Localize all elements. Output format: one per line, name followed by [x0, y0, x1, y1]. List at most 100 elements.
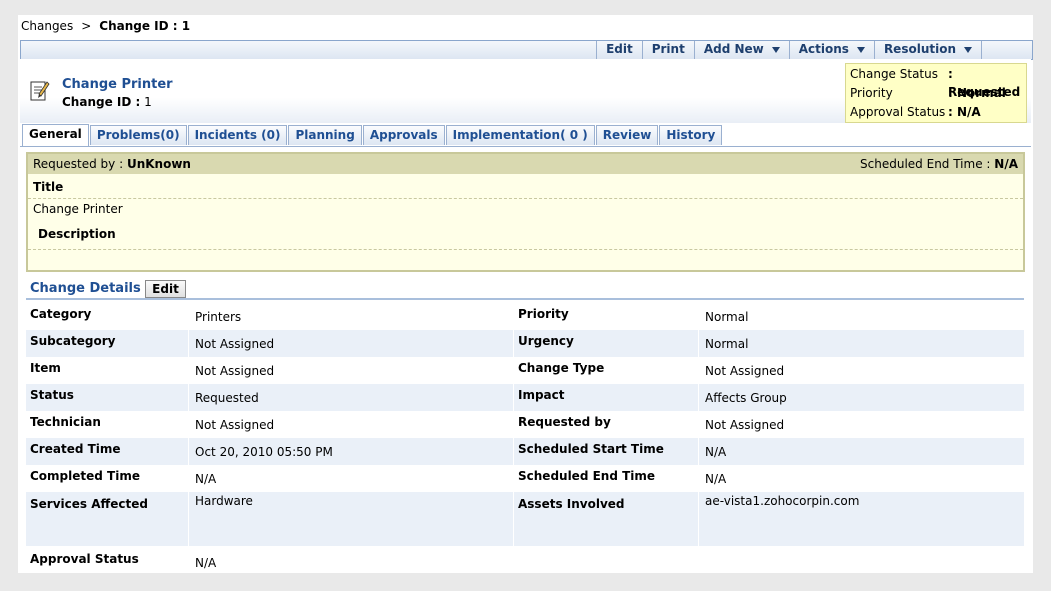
edit-button[interactable]: Edit: [596, 41, 642, 59]
tab-approvals[interactable]: Approvals: [362, 125, 445, 145]
field-value: Printers: [188, 303, 512, 330]
field-label: Completed Time: [30, 469, 140, 483]
requested-by: Requested by : UnKnown: [33, 154, 191, 174]
caret-down-icon: [856, 46, 865, 53]
resolution-menu[interactable]: Resolution: [873, 41, 982, 59]
tab-bar: General Problems(0) Incidents (0) Planni…: [22, 124, 723, 146]
field-value: N/A: [698, 438, 1024, 465]
breadcrumb: Changes > Change ID : 1: [21, 19, 190, 33]
change-details-heading: Change Details: [30, 281, 141, 296]
approval-status-value: : N/A: [948, 105, 981, 119]
request-panel-bar: Requested by : UnKnown Scheduled End Tim…: [28, 154, 1023, 174]
field-label: Item: [30, 361, 61, 375]
field-label: Status: [30, 388, 74, 402]
field-value: Oct 20, 2010 05:50 PM: [188, 438, 512, 465]
change-status-label: Change Status: [850, 67, 938, 81]
field-value: Affects Group: [698, 384, 1024, 411]
detail-row: Created Time Oct 20, 2010 05:50 PM Sched…: [26, 438, 1024, 465]
field-value: Not Assigned: [188, 330, 512, 357]
detail-row: Status Requested Impact Affects Group: [26, 384, 1024, 411]
field-label: Services Affected: [30, 497, 148, 511]
approval-status-row: Approval Status: N/A: [850, 103, 1026, 121]
change-id: Change ID : 1: [62, 95, 152, 109]
add-new-label: Add New: [703, 42, 764, 56]
field-value: Not Assigned: [698, 357, 1024, 384]
field-label: Change Type: [513, 357, 697, 384]
breadcrumb-changes-link[interactable]: Changes: [21, 19, 73, 33]
tab-incidents[interactable]: Incidents (0): [187, 125, 288, 145]
field-label: Technician: [30, 415, 101, 429]
field-label: Created Time: [30, 442, 121, 456]
title-value: Change Printer: [33, 202, 123, 216]
tab-implementation[interactable]: Implementation( 0 ): [445, 125, 595, 145]
detail-row: Services Affected Hardware Assets Involv…: [26, 492, 1024, 546]
tab-general[interactable]: General: [22, 124, 89, 146]
field-label: Priority: [513, 303, 697, 330]
change-details-grid: Category Printers Priority Normal Subcat…: [26, 303, 1024, 573]
action-toolbar: Edit Print Add New Actions Resolution: [20, 40, 1033, 60]
description-label: Description: [38, 227, 116, 241]
field-value: N/A: [698, 465, 1024, 492]
tab-history[interactable]: History: [659, 125, 723, 145]
change-view-page: Changes > Change ID : 1 Edit Print Add New…: [18, 15, 1033, 573]
status-summary-box: Change Status: Requested Priority: Norma…: [845, 63, 1027, 123]
detail-row: Approval Status N/A: [26, 546, 1024, 573]
edit-document-icon: [30, 81, 50, 101]
requested-by-label: Requested by :: [33, 157, 124, 171]
field-label: Scheduled Start Time: [513, 438, 697, 465]
detail-row: Subcategory Not Assigned Urgency Normal: [26, 330, 1024, 357]
field-label: Impact: [513, 384, 697, 411]
add-new-menu[interactable]: Add New: [693, 41, 789, 59]
field-value: N/A: [188, 546, 512, 573]
divider: [28, 198, 1023, 199]
resolution-label: Resolution: [883, 42, 956, 56]
field-label: Scheduled End Time: [513, 465, 697, 492]
print-button[interactable]: Print: [641, 41, 694, 59]
divider: [28, 249, 1023, 250]
field-value: Normal: [698, 303, 1024, 330]
breadcrumb-separator: >: [81, 19, 92, 33]
field-label: Urgency: [513, 330, 697, 357]
detail-row: Item Not Assigned Change Type Not Assign…: [26, 357, 1024, 384]
field-value: ae-vista1.zohocorpin.com: [698, 492, 1024, 546]
scheduled-end-label: Scheduled End Time :: [860, 157, 991, 171]
field-value: Not Assigned: [188, 411, 512, 438]
change-details-edit-button[interactable]: Edit: [145, 280, 186, 298]
scheduled-end: Scheduled End Time : N/A: [860, 154, 1018, 174]
field-label: Assets Involved: [513, 492, 697, 546]
tab-problems[interactable]: Problems(0): [89, 125, 187, 145]
approval-status-label: Approval Status: [850, 105, 946, 119]
field-value: Not Assigned: [698, 411, 1024, 438]
tab-review[interactable]: Review: [595, 125, 659, 145]
field-label: Approval Status: [30, 552, 139, 566]
actions-label: Actions: [798, 42, 849, 56]
caret-down-icon: [964, 46, 972, 53]
field-value: N/A: [188, 465, 512, 492]
field-label: Requested by: [513, 411, 697, 438]
change-details-underline: [26, 298, 1024, 300]
title-label: Title: [33, 180, 64, 194]
priority-label: Priority: [850, 86, 893, 100]
field-label: Subcategory: [30, 334, 116, 348]
change-id-label: Change ID :: [62, 95, 141, 109]
change-title-link[interactable]: Change Printer: [62, 77, 173, 92]
detail-row: Category Printers Priority Normal: [26, 303, 1024, 330]
field-value: Hardware: [188, 492, 512, 546]
tab-divider: [20, 146, 1031, 147]
actions-menu[interactable]: Actions: [788, 41, 874, 59]
priority-row: Priority: Normal: [850, 84, 1026, 102]
change-id-value: 1: [144, 95, 152, 109]
field-value: Not Assigned: [188, 357, 512, 384]
change-status-row: Change Status: Requested: [850, 65, 1026, 99]
scheduled-end-value: N/A: [994, 157, 1018, 171]
tab-planning[interactable]: Planning: [288, 125, 362, 145]
requested-by-value: UnKnown: [126, 157, 191, 171]
field-value: Normal: [698, 330, 1024, 357]
field-value: Requested: [188, 384, 512, 411]
detail-row: Completed Time N/A Scheduled End Time N/…: [26, 465, 1024, 492]
breadcrumb-current: Change ID : 1: [99, 19, 191, 33]
field-label: Category: [30, 307, 92, 321]
caret-down-icon: [771, 46, 780, 53]
request-panel: Requested by : UnKnown Scheduled End Tim…: [26, 152, 1025, 272]
detail-row: Technician Not Assigned Requested by Not…: [26, 411, 1024, 438]
